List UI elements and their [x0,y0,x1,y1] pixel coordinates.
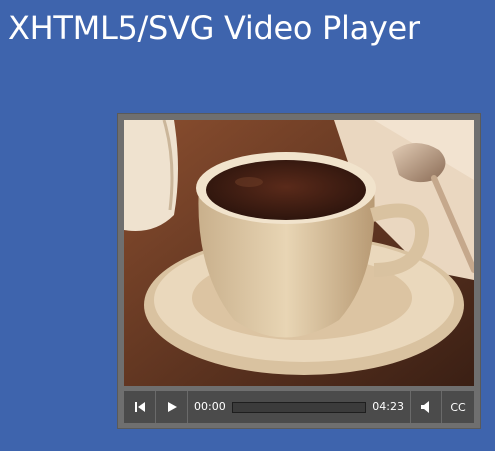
rewind-button[interactable] [124,391,156,423]
captions-button[interactable]: CC [442,391,474,423]
video-player: 00:00 04:23 CC [117,113,481,429]
video-display[interactable] [124,120,474,386]
video-frame-image [124,120,474,386]
skip-back-icon [134,402,145,412]
speaker-icon [421,401,429,413]
current-time: 00:00 [194,400,226,413]
seek-bar[interactable] [231,391,367,423]
duration-time: 04:23 [372,400,404,413]
video-controls: 00:00 04:23 CC [124,391,474,423]
page-title: XHTML5/SVG Video Player [8,9,420,47]
play-button[interactable] [156,391,188,423]
seek-track[interactable] [231,401,367,413]
volume-button[interactable] [410,391,442,423]
play-icon [167,402,177,412]
